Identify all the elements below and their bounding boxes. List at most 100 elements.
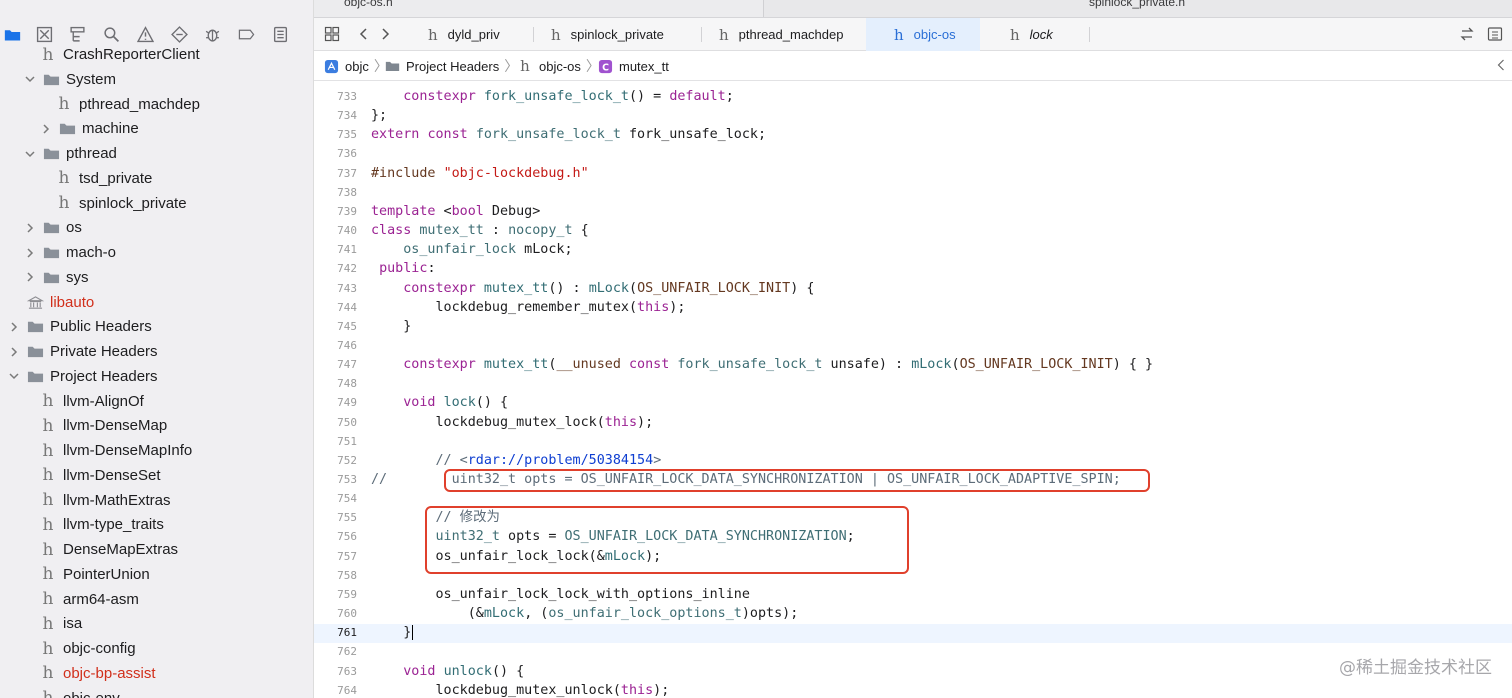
sidebar-item-llvm-densemapinfo[interactable]: h llvm-DenseMapInfo (0, 438, 313, 463)
editor-tab-spinlock-private[interactable]: h spinlock_private (534, 18, 702, 51)
sidebar-item-pointerunion[interactable]: h PointerUnion (0, 562, 313, 587)
line-number[interactable]: 762 (314, 642, 357, 661)
code-line[interactable]: class mutex_tt : nocopy_t { (371, 221, 589, 240)
chevron-right-icon[interactable] (8, 346, 20, 358)
breadcrumb-group[interactable]: Project Headers 〉 (384, 57, 518, 75)
code-line[interactable]: #include "objc-lockdebug.h" (371, 164, 589, 183)
line-number[interactable]: 757 (314, 547, 357, 566)
code-line[interactable]: template <bool Debug> (371, 202, 540, 221)
chevron-left-icon[interactable] (1496, 58, 1508, 74)
code-line[interactable]: os_unfair_lock mLock; (371, 240, 572, 259)
inspector-toggle-icon[interactable] (1486, 25, 1504, 43)
sidebar-item-pthread-machdep[interactable]: h pthread_machdep (0, 92, 313, 117)
line-number[interactable]: 761 (314, 623, 357, 642)
code-line[interactable]: (&mLock, (os_unfair_lock_options_t)opts)… (371, 604, 799, 623)
sidebar-item-objc-bp-assist[interactable]: h objc-bp-assist (0, 661, 313, 686)
line-number[interactable]: 743 (314, 279, 357, 298)
line-number[interactable]: 744 (314, 298, 357, 317)
line-number[interactable]: 735 (314, 125, 357, 144)
line-number[interactable]: 738 (314, 183, 357, 202)
debug-icon[interactable] (202, 24, 222, 44)
sidebar-item-llvm-alignof[interactable]: h llvm-AlignOf (0, 389, 313, 414)
code-line[interactable]: void lock() { (371, 393, 508, 412)
line-number[interactable]: 748 (314, 374, 357, 393)
sidebar-item-public-headers[interactable]: Public Headers (0, 314, 313, 339)
line-number[interactable]: 749 (314, 393, 357, 412)
editor-tab-objc-os[interactable]: h objc-os (866, 18, 980, 51)
breakpoint-icon[interactable] (236, 24, 256, 44)
sidebar-item-private-headers[interactable]: Private Headers (0, 339, 313, 364)
code-line[interactable]: } (371, 317, 411, 336)
breadcrumb-project[interactable]: objc 〉 (323, 57, 388, 75)
line-number[interactable]: 759 (314, 585, 357, 604)
chevron-right-icon[interactable] (24, 271, 36, 283)
chevron-right-icon[interactable] (24, 247, 36, 259)
sidebar-item-spinlock-private[interactable]: h spinlock_private (0, 191, 313, 216)
line-number[interactable]: 746 (314, 336, 357, 355)
swap-arrows-icon[interactable] (1458, 25, 1476, 43)
sidebar-item-tsd-private[interactable]: h tsd_private (0, 166, 313, 191)
chevron-down-icon[interactable] (8, 370, 20, 382)
sidebar-item-isa[interactable]: h isa (0, 611, 313, 636)
source-control-icon[interactable] (34, 24, 54, 44)
sidebar-item-project-headers[interactable]: Project Headers (0, 364, 313, 389)
code-line[interactable]: lockdebug_mutex_unlock(this); (371, 681, 669, 698)
chevron-right-icon[interactable] (8, 321, 20, 333)
source-editor[interactable]: 733 constexpr fork_unsafe_lock_t() = def… (314, 82, 1512, 698)
editor-tab-dyld-priv[interactable]: h dyld_priv (414, 18, 534, 51)
line-number[interactable]: 758 (314, 566, 357, 585)
code-line[interactable]: // <rdar://problem/50384154> (371, 451, 662, 470)
test-diamond-icon[interactable] (169, 24, 189, 44)
editor-tab-lock[interactable]: h lock (980, 18, 1090, 51)
line-number[interactable]: 750 (314, 413, 357, 432)
line-number[interactable]: 736 (314, 144, 357, 163)
sidebar-item-system[interactable]: System (0, 67, 313, 92)
code-line[interactable]: os_unfair_lock_lock_with_options_inline (371, 585, 749, 604)
line-number[interactable]: 739 (314, 202, 357, 221)
sidebar-item-llvm-type-traits[interactable]: h llvm-type_traits (0, 512, 313, 537)
line-number[interactable]: 751 (314, 432, 357, 451)
sidebar-item-sys[interactable]: sys (0, 265, 313, 290)
line-number[interactable]: 755 (314, 508, 357, 527)
code-line[interactable]: public: (371, 259, 435, 278)
window-tab-objc-os[interactable]: objc-os.h (314, 0, 764, 17)
line-number[interactable]: 754 (314, 489, 357, 508)
sidebar-item-pthread[interactable]: pthread (0, 141, 313, 166)
line-number[interactable]: 763 (314, 662, 357, 681)
search-icon[interactable] (101, 24, 121, 44)
symbol-navigator-icon[interactable] (67, 24, 87, 44)
line-number[interactable]: 756 (314, 527, 357, 546)
code-line[interactable]: }; (371, 106, 387, 125)
sidebar-item-objc-env[interactable]: h objc-env (0, 686, 313, 698)
sidebar-item-arm64-asm[interactable]: h arm64-asm (0, 587, 313, 612)
grid-icon[interactable] (323, 25, 341, 43)
chevron-down-icon[interactable] (24, 148, 36, 160)
code-line[interactable]: lockdebug_mutex_lock(this); (371, 413, 653, 432)
sidebar-item-llvm-densemap[interactable]: h llvm-DenseMap (0, 413, 313, 438)
line-number[interactable]: 733 (314, 87, 357, 106)
code-line[interactable]: constexpr fork_unsafe_lock_t() = default… (371, 87, 734, 106)
warning-icon[interactable] (135, 24, 155, 44)
sidebar-item-mach-o[interactable]: mach-o (0, 240, 313, 265)
line-number[interactable]: 737 (314, 164, 357, 183)
line-number[interactable]: 747 (314, 355, 357, 374)
chevron-right-icon[interactable] (24, 222, 36, 234)
code-line[interactable]: lockdebug_remember_mutex(this); (371, 298, 685, 317)
sidebar-item-os[interactable]: os (0, 215, 313, 240)
line-number[interactable]: 740 (314, 221, 357, 240)
report-icon[interactable] (270, 24, 290, 44)
sidebar-item-densemapextras[interactable]: h DenseMapExtras (0, 537, 313, 562)
sidebar-item-libauto[interactable]: libauto (0, 290, 313, 315)
code-line[interactable]: } (371, 623, 414, 642)
code-line[interactable]: constexpr mutex_tt(__unused const fork_u… (371, 355, 1153, 374)
chevron-right-icon[interactable] (40, 123, 52, 135)
chevron-left-icon[interactable] (355, 25, 373, 43)
sidebar-item-llvm-denseset[interactable]: h llvm-DenseSet (0, 463, 313, 488)
code-line[interactable]: extern const fork_unsafe_lock_t fork_uns… (371, 125, 766, 144)
sidebar-item-crashreporterclient[interactable]: h CrashReporterClient (0, 42, 313, 67)
line-number[interactable]: 745 (314, 317, 357, 336)
chevron-right-icon[interactable] (376, 25, 394, 43)
breadcrumb-symbol[interactable]: C mutex_tt (597, 57, 669, 75)
line-number[interactable]: 752 (314, 451, 357, 470)
code-line[interactable]: void unlock() { (371, 662, 524, 681)
